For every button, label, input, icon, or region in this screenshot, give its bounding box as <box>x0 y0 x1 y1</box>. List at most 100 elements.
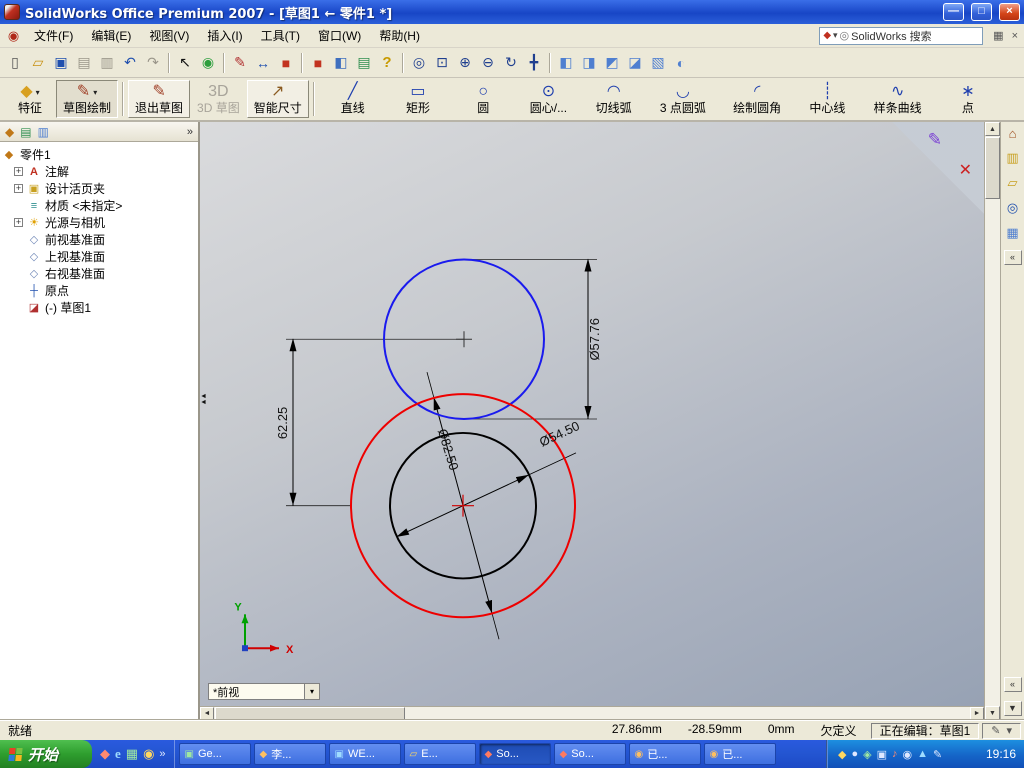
tangent-arc-tool-button[interactable]: ◠ 切线弧 <box>588 80 640 118</box>
tray-icon[interactable]: ▲ <box>917 748 928 760</box>
quick-launch-solidworks-icon[interactable]: ◆ <box>100 746 110 762</box>
scrollbar-thumb[interactable] <box>215 707 405 720</box>
tree-item-origin[interactable]: ┼ 原点 <box>14 282 196 299</box>
open-icon[interactable]: ▱ <box>27 52 49 74</box>
taskbar-window-button[interactable]: ▣ Ge... <box>178 743 251 765</box>
tray-icon[interactable]: ♪ <box>892 748 898 760</box>
view-orientation-selector[interactable]: *前视 ▾ <box>208 683 320 700</box>
redo-icon[interactable]: ↷ <box>142 52 164 74</box>
cancel-sketch-icon[interactable]: ✕ <box>959 160 972 180</box>
design-library-icon[interactable]: ▥ <box>1006 150 1018 166</box>
feature-manager-tab[interactable]: ◆ <box>5 125 14 139</box>
resources-icon[interactable]: ⌂ <box>1009 126 1017 141</box>
horizontal-scrollbar[interactable]: ◄ ► <box>200 706 984 720</box>
tree-item-material[interactable]: ≡ 材质 <未指定> <box>14 197 196 214</box>
print-preview-icon[interactable]: ▥ <box>96 52 118 74</box>
expander[interactable]: + <box>14 184 23 193</box>
tray-icon[interactable]: ● <box>851 748 858 760</box>
dimension-text-d57[interactable]: Ø57.76 <box>587 318 602 360</box>
sketch-draw-button[interactable]: ✎ ▾ 草图绘制 <box>56 80 119 118</box>
workspace-icon[interactable]: ▦ <box>989 29 1007 42</box>
tree-item-top-plane[interactable]: ◇ 上视基准面 <box>14 248 196 265</box>
undo-icon[interactable]: ↶ <box>119 52 141 74</box>
tray-icon[interactable]: ◉ <box>903 748 913 761</box>
zoom-in-icon[interactable]: ⊕ <box>454 52 476 74</box>
taskbar-window-button[interactable]: ◉ 已... <box>628 743 701 765</box>
print-icon[interactable]: ▤ <box>73 52 95 74</box>
features-button[interactable]: ◆ ▾ 特征 <box>4 80 56 118</box>
menu-help[interactable]: 帮助(H) <box>370 24 429 47</box>
new-document-icon[interactable]: ▯ <box>4 52 26 74</box>
tree-root[interactable]: ◆ 零件1 <box>2 146 196 163</box>
tray-icon[interactable]: ▣ <box>877 748 887 761</box>
confirm-sketch-icon[interactable]: ✎ <box>928 130 942 150</box>
viewport[interactable]: Ø57.76 62.25 Ø82.50 Ø54.50 Y X ✎ ✕ ◄ ◄ *… <box>200 122 984 706</box>
section-view-icon[interactable]: ◧ <box>330 52 352 74</box>
smart-dimension-icon[interactable]: ↔ <box>252 52 274 74</box>
configuration-tab[interactable]: ▥ <box>38 125 49 139</box>
view-palette-icon[interactable]: ▦ <box>1006 225 1018 241</box>
centerpoint-arc-tool-button[interactable]: ⊙ 圆心/... <box>522 80 574 118</box>
expander[interactable]: + <box>14 218 23 227</box>
annotation-icon[interactable]: ▤ <box>353 52 375 74</box>
scroll-down-button[interactable]: ▼ <box>985 706 1000 720</box>
view-front-icon[interactable]: ◧ <box>555 52 577 74</box>
expander[interactable]: + <box>14 167 23 176</box>
menu-window[interactable]: 窗口(W) <box>309 24 370 47</box>
help-icon[interactable]: ? <box>376 52 398 74</box>
status-sketch-icon[interactable]: ✎ <box>991 724 1000 737</box>
scroll-up-button[interactable]: ▲ <box>985 122 1000 136</box>
tray-icon[interactable]: ◆ <box>838 748 846 761</box>
property-manager-tab[interactable]: ▤ <box>20 125 31 139</box>
quick-launch-media-icon[interactable]: ◉ <box>143 746 154 762</box>
rectangle-tool-button[interactable]: ▭ 矩形 <box>392 80 444 118</box>
centerline-tool-button[interactable]: ┊ 中心线 <box>801 80 853 118</box>
smart-dimension-button[interactable]: ↗ 智能尺寸 <box>246 80 309 118</box>
file-explorer-icon[interactable]: ▱ <box>1008 175 1018 191</box>
exit-sketch-button[interactable]: ✎ 退出草图 <box>128 80 191 118</box>
tree-item-design-binder[interactable]: + ▣ 设计活页夹 <box>14 180 196 197</box>
search-input[interactable] <box>851 28 980 43</box>
rail-search-icon[interactable]: ◎ <box>1007 200 1018 216</box>
save-icon[interactable]: ▣ <box>50 52 72 74</box>
menu-tools[interactable]: 工具(T) <box>252 24 309 47</box>
view-top-icon[interactable]: ◨ <box>578 52 600 74</box>
tree-item-front-plane[interactable]: ◇ 前视基准面 <box>14 231 196 248</box>
close-button[interactable]: × <box>999 3 1020 21</box>
part-color-icon[interactable]: ■ <box>307 52 329 74</box>
taskbar-window-button[interactable]: ▱ E... <box>403 743 476 765</box>
scroll-right-button[interactable]: ► <box>970 707 984 720</box>
tray-icon[interactable]: ✎ <box>933 748 942 761</box>
chevron-down-icon[interactable]: ▾ <box>36 88 40 97</box>
scrollbar-thumb[interactable] <box>985 137 1000 199</box>
taskbar-window-button[interactable]: ◆ 李... <box>253 743 326 765</box>
view-iso-icon[interactable]: ◪ <box>624 52 646 74</box>
sketch-icon[interactable]: ✎ <box>229 52 251 74</box>
menu-file[interactable]: 文件(F) <box>25 24 82 47</box>
menu-edit[interactable]: 编辑(E) <box>82 24 140 47</box>
tree-item-annotations[interactable]: + A 注解 <box>14 163 196 180</box>
restore-button[interactable]: □ <box>971 3 992 21</box>
zoom-fit-icon[interactable]: ◎ <box>408 52 430 74</box>
select-icon[interactable]: ↖ <box>174 52 196 74</box>
vertical-scrollbar[interactable]: ▲ ▼ <box>984 122 1000 720</box>
rotate-view-icon[interactable]: ↻ <box>500 52 522 74</box>
app-gear-icon[interactable]: ◉ <box>6 28 21 43</box>
quick-launch-ie-icon[interactable]: e <box>115 746 121 762</box>
status-caret-icon[interactable]: ▾ <box>1006 724 1012 737</box>
minimize-button[interactable]: — <box>943 3 964 21</box>
spline-tool-button[interactable]: ∿ 样条曲线 <box>867 80 929 118</box>
quick-launch-overflow[interactable]: » <box>159 748 165 760</box>
wireframe-icon[interactable]: ▧ <box>647 52 669 74</box>
sketch-fillet-tool-button[interactable]: ◜ 绘制圆角 <box>726 80 788 118</box>
quick-launch-desktop-icon[interactable]: ▦ <box>126 746 138 762</box>
start-button[interactable]: 开始 <box>0 740 92 768</box>
tree-item-sketch1[interactable]: ◪ (-) 草图1 <box>14 299 196 316</box>
tree-item-right-plane[interactable]: ◇ 右视基准面 <box>14 265 196 282</box>
tree-item-lights-cameras[interactable]: + ☀ 光源与相机 <box>14 214 196 231</box>
line-tool-button[interactable]: ╱ 直线 <box>327 80 379 118</box>
rail-scroll-down-button[interactable]: ▼ <box>1003 701 1022 716</box>
three-point-arc-tool-button[interactable]: ◡ 3 点圆弧 <box>653 80 713 118</box>
scroll-left-button[interactable]: ◄ <box>200 707 214 720</box>
circle-tool-button[interactable]: ○ 圆 <box>457 80 509 118</box>
